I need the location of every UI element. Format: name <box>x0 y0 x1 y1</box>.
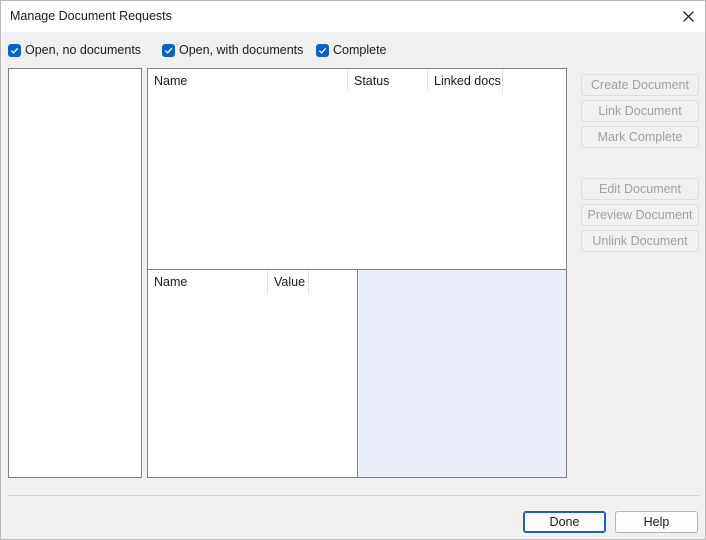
close-button[interactable] <box>671 1 705 32</box>
requests-table[interactable]: Name Status Linked docs <box>147 68 567 270</box>
request-group-list[interactable] <box>8 68 142 478</box>
unlink-document-button[interactable]: Unlink Document <box>581 230 699 252</box>
link-document-button[interactable]: Link Document <box>581 100 699 122</box>
column-header-name[interactable]: Name <box>148 69 348 93</box>
fields-table[interactable]: Name Value <box>147 269 358 478</box>
filter-label: Complete <box>333 43 387 57</box>
column-header-linked-docs[interactable]: Linked docs <box>428 69 503 93</box>
mark-complete-button[interactable]: Mark Complete <box>581 126 699 148</box>
preview-document-button[interactable]: Preview Document <box>581 204 699 226</box>
column-header-field-name[interactable]: Name <box>148 270 268 294</box>
manage-document-requests-dialog: Manage Document Requests Open, no docume… <box>0 0 706 540</box>
filter-complete[interactable]: Complete <box>316 42 387 58</box>
document-preview-pane <box>357 269 567 478</box>
done-button[interactable]: Done <box>523 511 606 533</box>
column-header-status[interactable]: Status <box>348 69 428 93</box>
edit-document-button[interactable]: Edit Document <box>581 178 699 200</box>
checkbox-checked-icon[interactable] <box>316 43 329 57</box>
window-title: Manage Document Requests <box>10 9 172 23</box>
filter-label: Open, no documents <box>25 43 142 57</box>
help-button[interactable]: Help <box>615 511 698 533</box>
create-document-button[interactable]: Create Document <box>581 74 699 96</box>
column-header-value[interactable]: Value <box>268 270 309 294</box>
checkbox-checked-icon[interactable] <box>162 43 175 57</box>
title-bar: Manage Document Requests <box>1 1 705 32</box>
filter-open-no-documents[interactable]: Open, no documents <box>8 42 141 58</box>
filter-open-with-documents[interactable]: Open, with documents <box>162 42 303 58</box>
filter-label: Open, with documents <box>179 43 304 57</box>
footer-separator <box>8 495 699 496</box>
checkbox-checked-icon[interactable] <box>8 43 21 57</box>
close-icon <box>682 11 694 22</box>
